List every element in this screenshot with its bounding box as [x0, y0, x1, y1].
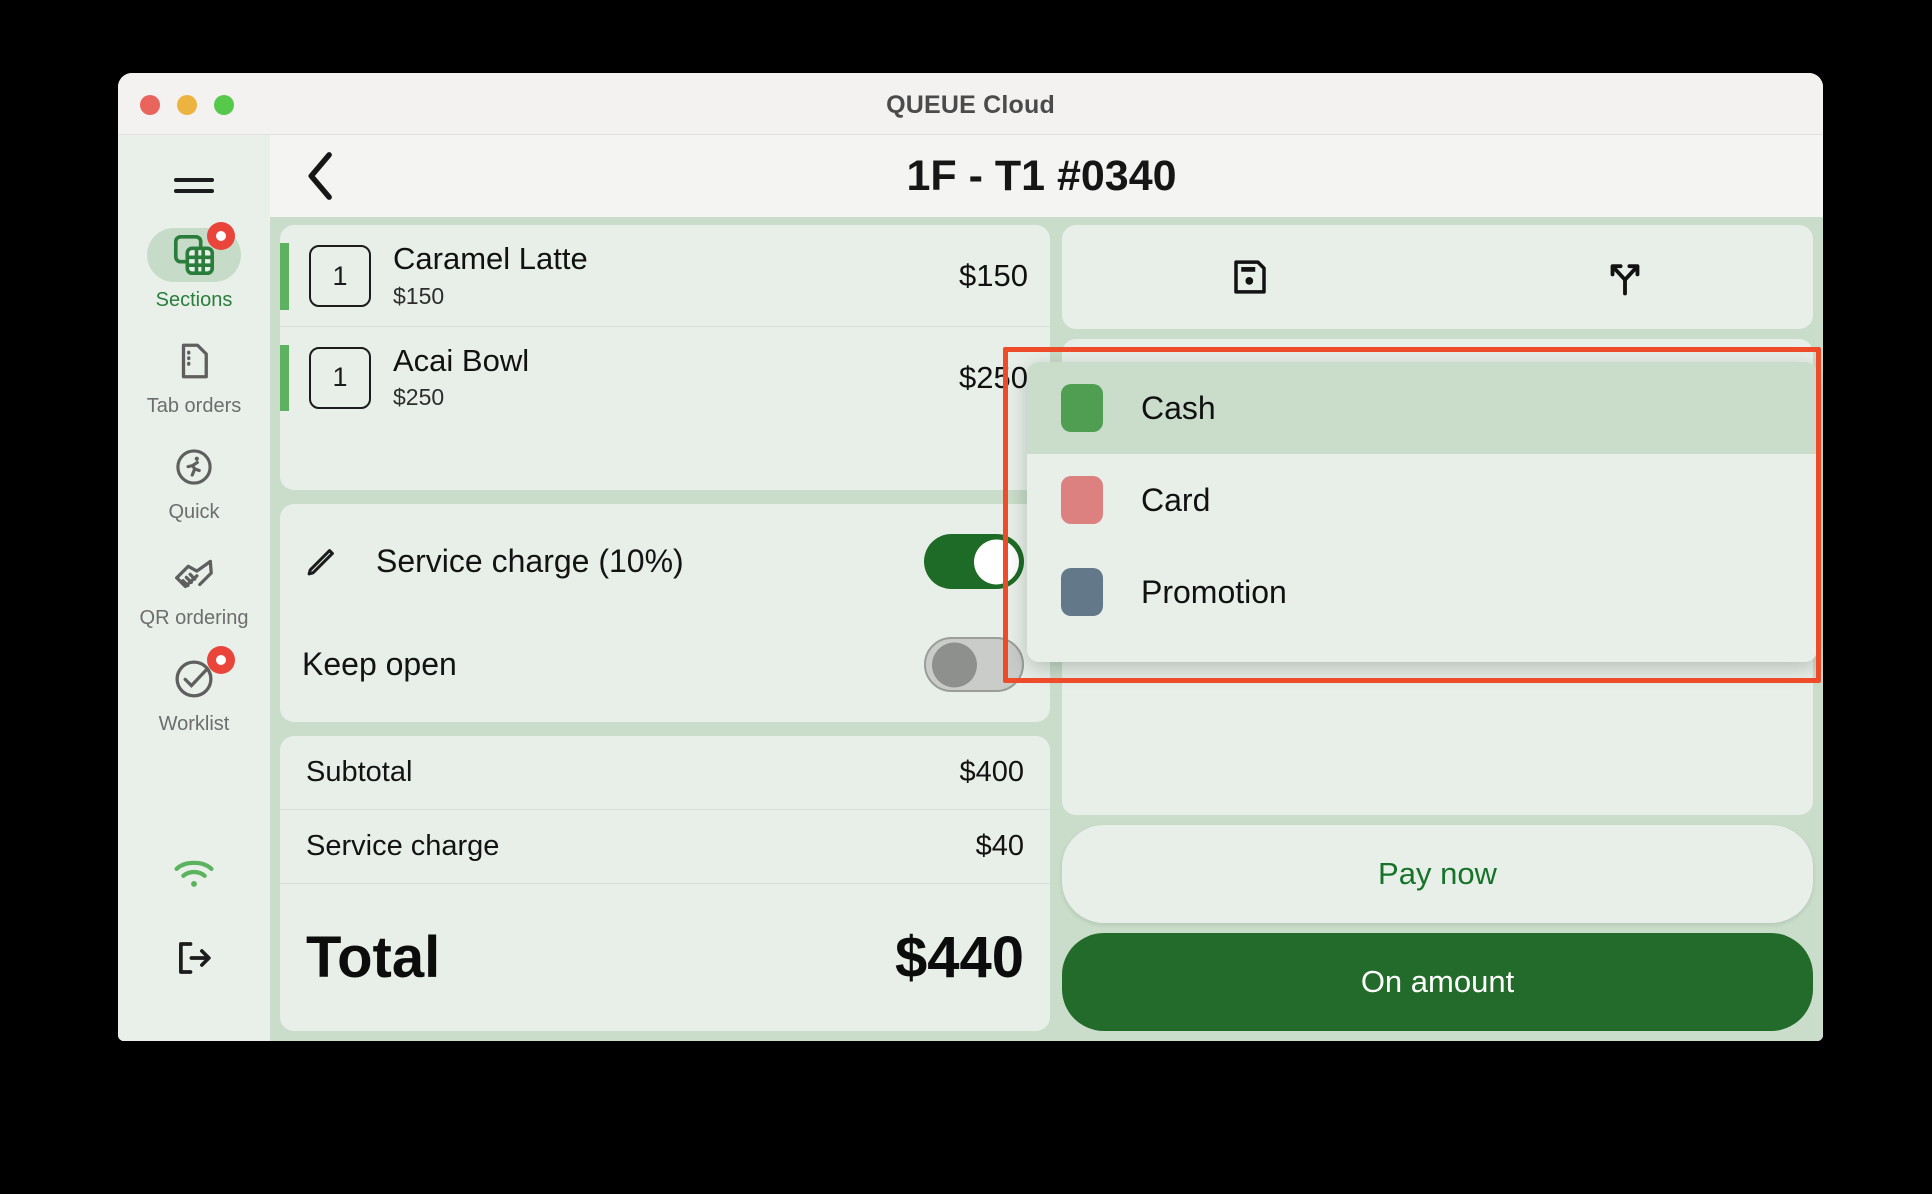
pay-now-button[interactable]: Pay now — [1062, 825, 1813, 923]
save-floppy-icon — [1229, 256, 1271, 298]
sidebar-item-qr-ordering[interactable]: QR ordering — [118, 546, 270, 630]
window-title: QUEUE Cloud — [886, 91, 1055, 119]
sidebar-item-sections[interactable]: Sections — [118, 222, 270, 312]
logout-button[interactable] — [118, 931, 270, 985]
hamburger-icon[interactable] — [174, 171, 214, 200]
save-button[interactable] — [1062, 225, 1438, 329]
quantity-stepper[interactable]: 1 — [309, 346, 371, 409]
order-column: 1 Caramel Latte $150 $150 1 Acai Bowl $2… — [280, 225, 1050, 1031]
subtotal-row: Subtotal $400 — [280, 736, 1050, 810]
grand-total-row: Total $440 — [280, 884, 1050, 1031]
dropdown-option-card[interactable]: Card — [1027, 454, 1817, 546]
keep-open-label: Keep open — [302, 646, 457, 682]
sidebar-item-label: Tab orders — [146, 395, 242, 417]
on-amount-button[interactable]: On amount — [1062, 933, 1813, 1031]
item-line-total: $250 — [959, 359, 1028, 395]
sidebar-item-label: Sections — [155, 289, 233, 311]
sidebar-bottom-actions — [118, 847, 270, 1041]
order-tools-card — [1062, 225, 1813, 329]
service-charge-total-label: Service charge — [306, 830, 500, 862]
service-charge-label: Service charge (10%) — [376, 543, 684, 579]
row-accent-bar — [280, 243, 289, 310]
service-charge-row: Service charge (10%) — [302, 510, 1024, 613]
sidebar-item-worklist[interactable]: Worklist — [118, 646, 270, 736]
document-icon — [147, 334, 241, 388]
item-unit-price: $150 — [393, 282, 445, 309]
row-accent-bar — [280, 344, 289, 412]
keep-open-row: Keep open — [302, 613, 1024, 716]
window-titlebar: QUEUE Cloud — [118, 73, 1823, 135]
item-details: Caramel Latte $150 — [393, 241, 959, 310]
order-options-card: Service charge (10%) Keep open — [280, 504, 1050, 722]
dropdown-option-cash[interactable]: Cash — [1027, 362, 1817, 454]
split-bill-button[interactable] — [1438, 225, 1814, 329]
subtotal-label: Subtotal — [306, 756, 413, 788]
item-unit-price: $250 — [393, 384, 445, 411]
running-person-icon — [147, 440, 241, 494]
promotion-color-swatch — [1061, 568, 1103, 616]
order-items-card: 1 Caramel Latte $150 $150 1 Acai Bowl $2… — [280, 225, 1050, 490]
table-row[interactable]: 1 Acai Bowl $250 $250 — [280, 327, 1050, 428]
item-line-total: $150 — [959, 258, 1028, 294]
totals-card: Subtotal $400 Service charge $40 Total $… — [280, 736, 1050, 1031]
dropdown-option-promotion[interactable]: Promotion — [1027, 546, 1817, 638]
notification-badge — [207, 646, 235, 674]
service-charge-total-value: $40 — [975, 830, 1024, 862]
pencil-icon[interactable] — [302, 543, 348, 581]
item-name: Caramel Latte — [393, 241, 588, 276]
sections-grid-icon — [147, 222, 241, 282]
page-topbar: 1F - T1 #0340 — [270, 135, 1823, 217]
subtotal-value: $400 — [959, 756, 1024, 788]
table-row[interactable]: 1 Caramel Latte $150 $150 — [280, 225, 1050, 327]
card-color-swatch — [1061, 476, 1103, 524]
notification-badge — [207, 222, 235, 250]
check-circle-icon — [147, 646, 241, 706]
item-name: Acai Bowl — [393, 342, 530, 378]
service-charge-toggle[interactable] — [924, 534, 1024, 589]
chevron-left-icon[interactable] — [292, 144, 350, 208]
grand-total-label: Total — [306, 925, 441, 990]
quantity-stepper[interactable]: 1 — [309, 245, 371, 307]
cash-color-swatch — [1061, 384, 1103, 432]
keep-open-toggle[interactable] — [924, 637, 1024, 692]
dropdown-option-label: Promotion — [1141, 573, 1287, 610]
handshake-icon — [147, 546, 241, 600]
sidebar: Sections Tab orders Quick QR ordering Wo… — [118, 135, 270, 1041]
wifi-status-button[interactable] — [118, 847, 270, 901]
grand-total-value: $440 — [894, 925, 1024, 990]
sidebar-item-label: QR ordering — [139, 607, 249, 629]
sidebar-item-quick[interactable]: Quick — [118, 440, 270, 524]
payment-method-dropdown: Cash Card Promotion — [1027, 362, 1817, 662]
page-title: 1F - T1 #0340 — [906, 151, 1177, 200]
dropdown-option-label: Cash — [1141, 389, 1216, 426]
sidebar-item-label: Worklist — [158, 713, 230, 735]
item-details: Acai Bowl $250 — [393, 342, 959, 412]
sidebar-item-label: Quick — [168, 501, 220, 523]
wifi-icon — [147, 847, 241, 901]
sidebar-item-tab-orders[interactable]: Tab orders — [118, 334, 270, 418]
split-arrows-icon — [1603, 255, 1647, 299]
service-charge-total-row: Service charge $40 — [280, 810, 1050, 884]
dropdown-option-label: Card — [1141, 481, 1211, 518]
logout-icon — [147, 931, 241, 985]
